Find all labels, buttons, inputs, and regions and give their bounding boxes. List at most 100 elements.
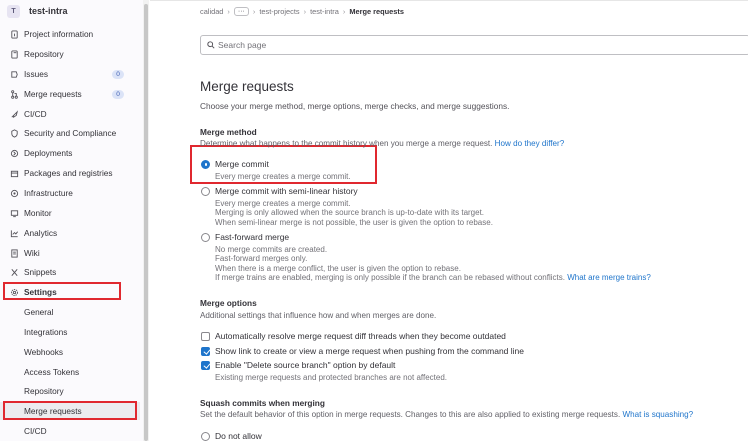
merge-method-help-text: Determine what happens to the commit his… (200, 139, 493, 148)
sidebar-item-label: Security and Compliance (24, 128, 117, 138)
shield-icon (9, 128, 19, 138)
merge-request-icon (9, 89, 19, 99)
settings-sub-repository[interactable]: Repository (0, 382, 140, 400)
settings-sub-general[interactable]: General (0, 303, 140, 321)
settings-sub-webhooks[interactable]: Webhooks (0, 343, 140, 361)
merge-options-title: Merge options (200, 298, 257, 308)
breadcrumb-separator: › (303, 7, 307, 16)
fast-forward-help-line: Fast-forward merges only. (215, 254, 308, 263)
breadcrumb-current: Merge requests (349, 7, 404, 16)
sidebar-item-label: Project information (24, 29, 94, 39)
breadcrumb-more-button[interactable]: ··· (233, 7, 249, 16)
semi-linear-label: Merge commit with semi-linear history (215, 186, 358, 196)
breadcrumb-project[interactable]: test-intra (310, 7, 339, 16)
sidebar-item-repository[interactable]: Repository (0, 45, 140, 63)
settings-icon (9, 287, 19, 297)
sidebar-item-issues[interactable]: Issues 0 (0, 65, 140, 83)
do-not-allow-radio-option[interactable]: Do not allow (201, 431, 262, 441)
auto-resolve-checkbox[interactable] (201, 331, 210, 341)
squash-help: Set the default behavior of this option … (200, 410, 693, 419)
sidebar-item-label: CI/CD (24, 109, 47, 119)
merge-commit-radio-option[interactable]: Merge commit (201, 159, 269, 169)
sidebar-item-snippets[interactable]: Snippets (0, 263, 140, 281)
fast-forward-radio[interactable] (201, 232, 210, 242)
sidebar-scrollbar-thumb[interactable] (144, 4, 148, 441)
breadcrumb: calidad › ··· › test-projects › test-int… (200, 7, 404, 16)
rocket-icon (9, 109, 19, 119)
merge-commit-help: Every merge creates a merge commit. (215, 172, 351, 181)
breadcrumb-separator: › (227, 7, 230, 16)
show-link-label: Show link to create or view a merge requ… (215, 346, 524, 356)
sidebar-item-merge-requests[interactable]: Merge requests 0 (0, 85, 140, 103)
sidebar-item-deployments[interactable]: Deployments (0, 144, 140, 162)
do-not-allow-radio[interactable] (201, 431, 210, 441)
sidebar-subitem-label: CI/CD (24, 426, 47, 436)
sidebar-item-label: Monitor (24, 208, 52, 218)
breadcrumb-subgroup[interactable]: test-projects (259, 7, 299, 16)
sidebar-item-cicd[interactable]: CI/CD (0, 105, 140, 123)
settings-sub-integrations[interactable]: Integrations (0, 323, 140, 341)
sidebar-item-security-compliance[interactable]: Security and Compliance (0, 124, 140, 142)
delete-source-branch-checkbox-option[interactable]: Enable "Delete source branch" option by … (201, 360, 395, 370)
sidebar-subitem-label: Webhooks (24, 347, 64, 357)
search-icon (207, 41, 215, 49)
settings-sub-merge-requests[interactable]: Merge requests (0, 402, 140, 420)
fast-forward-help-text: If merge trains are enabled, merging is … (215, 273, 565, 282)
page-description: Choose your merge method, merge options,… (200, 101, 510, 111)
semi-linear-radio-option[interactable]: Merge commit with semi-linear history (201, 186, 358, 196)
avatar: T (7, 4, 20, 18)
sidebar-item-label: Snippets (24, 267, 57, 277)
merge-trains-link[interactable]: What are merge trains? (567, 273, 651, 282)
project-name: test-intra (29, 6, 68, 16)
fast-forward-radio-option[interactable]: Fast-forward merge (201, 232, 289, 242)
auto-resolve-label: Automatically resolve merge request diff… (215, 331, 506, 341)
show-link-checkbox[interactable] (201, 346, 210, 356)
merge-method-help: Determine what happens to the commit his… (200, 139, 564, 148)
delete-source-branch-checkbox[interactable] (201, 360, 210, 370)
sidebar-item-label: Packages and registries (24, 168, 113, 178)
how-do-they-differ-link[interactable]: How do they differ? (495, 139, 565, 148)
merge-commit-radio[interactable] (201, 159, 210, 169)
sidebar-item-monitor[interactable]: Monitor (0, 204, 140, 222)
semi-linear-help-line: Every merge creates a merge commit. (215, 199, 351, 208)
sidebar-item-wiki[interactable]: Wiki (0, 244, 140, 262)
settings-sub-access-tokens[interactable]: Access Tokens (0, 363, 140, 381)
project-header[interactable]: T test-intra (0, 0, 145, 22)
show-link-checkbox-option[interactable]: Show link to create or view a merge requ… (201, 346, 524, 356)
settings-sub-cicd[interactable]: CI/CD (0, 422, 140, 440)
sidebar-item-settings[interactable]: Settings (0, 283, 140, 301)
merge-method-title: Merge method (200, 127, 257, 137)
fast-forward-help-line: When there is a merge conflict, the user… (215, 264, 461, 273)
sidebar-subitem-label: Integrations (24, 327, 68, 337)
fast-forward-help-line: No merge commits are created. (215, 245, 328, 254)
merge-commit-label: Merge commit (215, 159, 269, 169)
infrastructure-icon (9, 188, 19, 198)
semi-linear-help-line: Merging is only allowed when the source … (215, 208, 485, 217)
snippet-icon (9, 267, 19, 277)
monitor-icon (9, 208, 19, 218)
sidebar-item-packages-registries[interactable]: Packages and registries (0, 164, 140, 182)
sidebar-item-analytics[interactable]: Analytics (0, 224, 140, 242)
sidebar-item-infrastructure[interactable]: Infrastructure (0, 184, 140, 202)
sidebar-subitem-label: Access Tokens (24, 367, 80, 377)
semi-linear-radio[interactable] (201, 186, 210, 196)
fast-forward-help-line: If merge trains are enabled, merging is … (215, 273, 651, 282)
auto-resolve-checkbox-option[interactable]: Automatically resolve merge request diff… (201, 331, 506, 341)
search-placeholder: Search page (218, 40, 267, 50)
sidebar-item-label: Repository (24, 49, 64, 59)
sidebar-item-project-information[interactable]: Project information (0, 25, 140, 43)
delete-source-branch-help: Existing merge requests and protected br… (215, 373, 447, 382)
search-input[interactable]: Search page (200, 35, 748, 55)
issues-count-badge: 0 (112, 69, 124, 79)
breadcrumb-group[interactable]: calidad (200, 7, 223, 16)
sidebar: T test-intra Project information Reposit… (0, 0, 146, 441)
squash-help-text: Set the default behavior of this option … (200, 410, 621, 419)
do-not-allow-label: Do not allow (215, 431, 262, 441)
breadcrumb-separator: › (252, 7, 256, 16)
main-content: calidad › ··· › test-projects › test-int… (150, 0, 748, 441)
sidebar-item-label: Settings (24, 287, 57, 297)
sidebar-item-label: Analytics (24, 228, 58, 238)
sidebar-item-label: Merge requests (24, 89, 82, 99)
what-is-squashing-link[interactable]: What is squashing? (622, 410, 693, 419)
semi-linear-help-line: When semi-linear merge is not possible, … (215, 218, 493, 227)
